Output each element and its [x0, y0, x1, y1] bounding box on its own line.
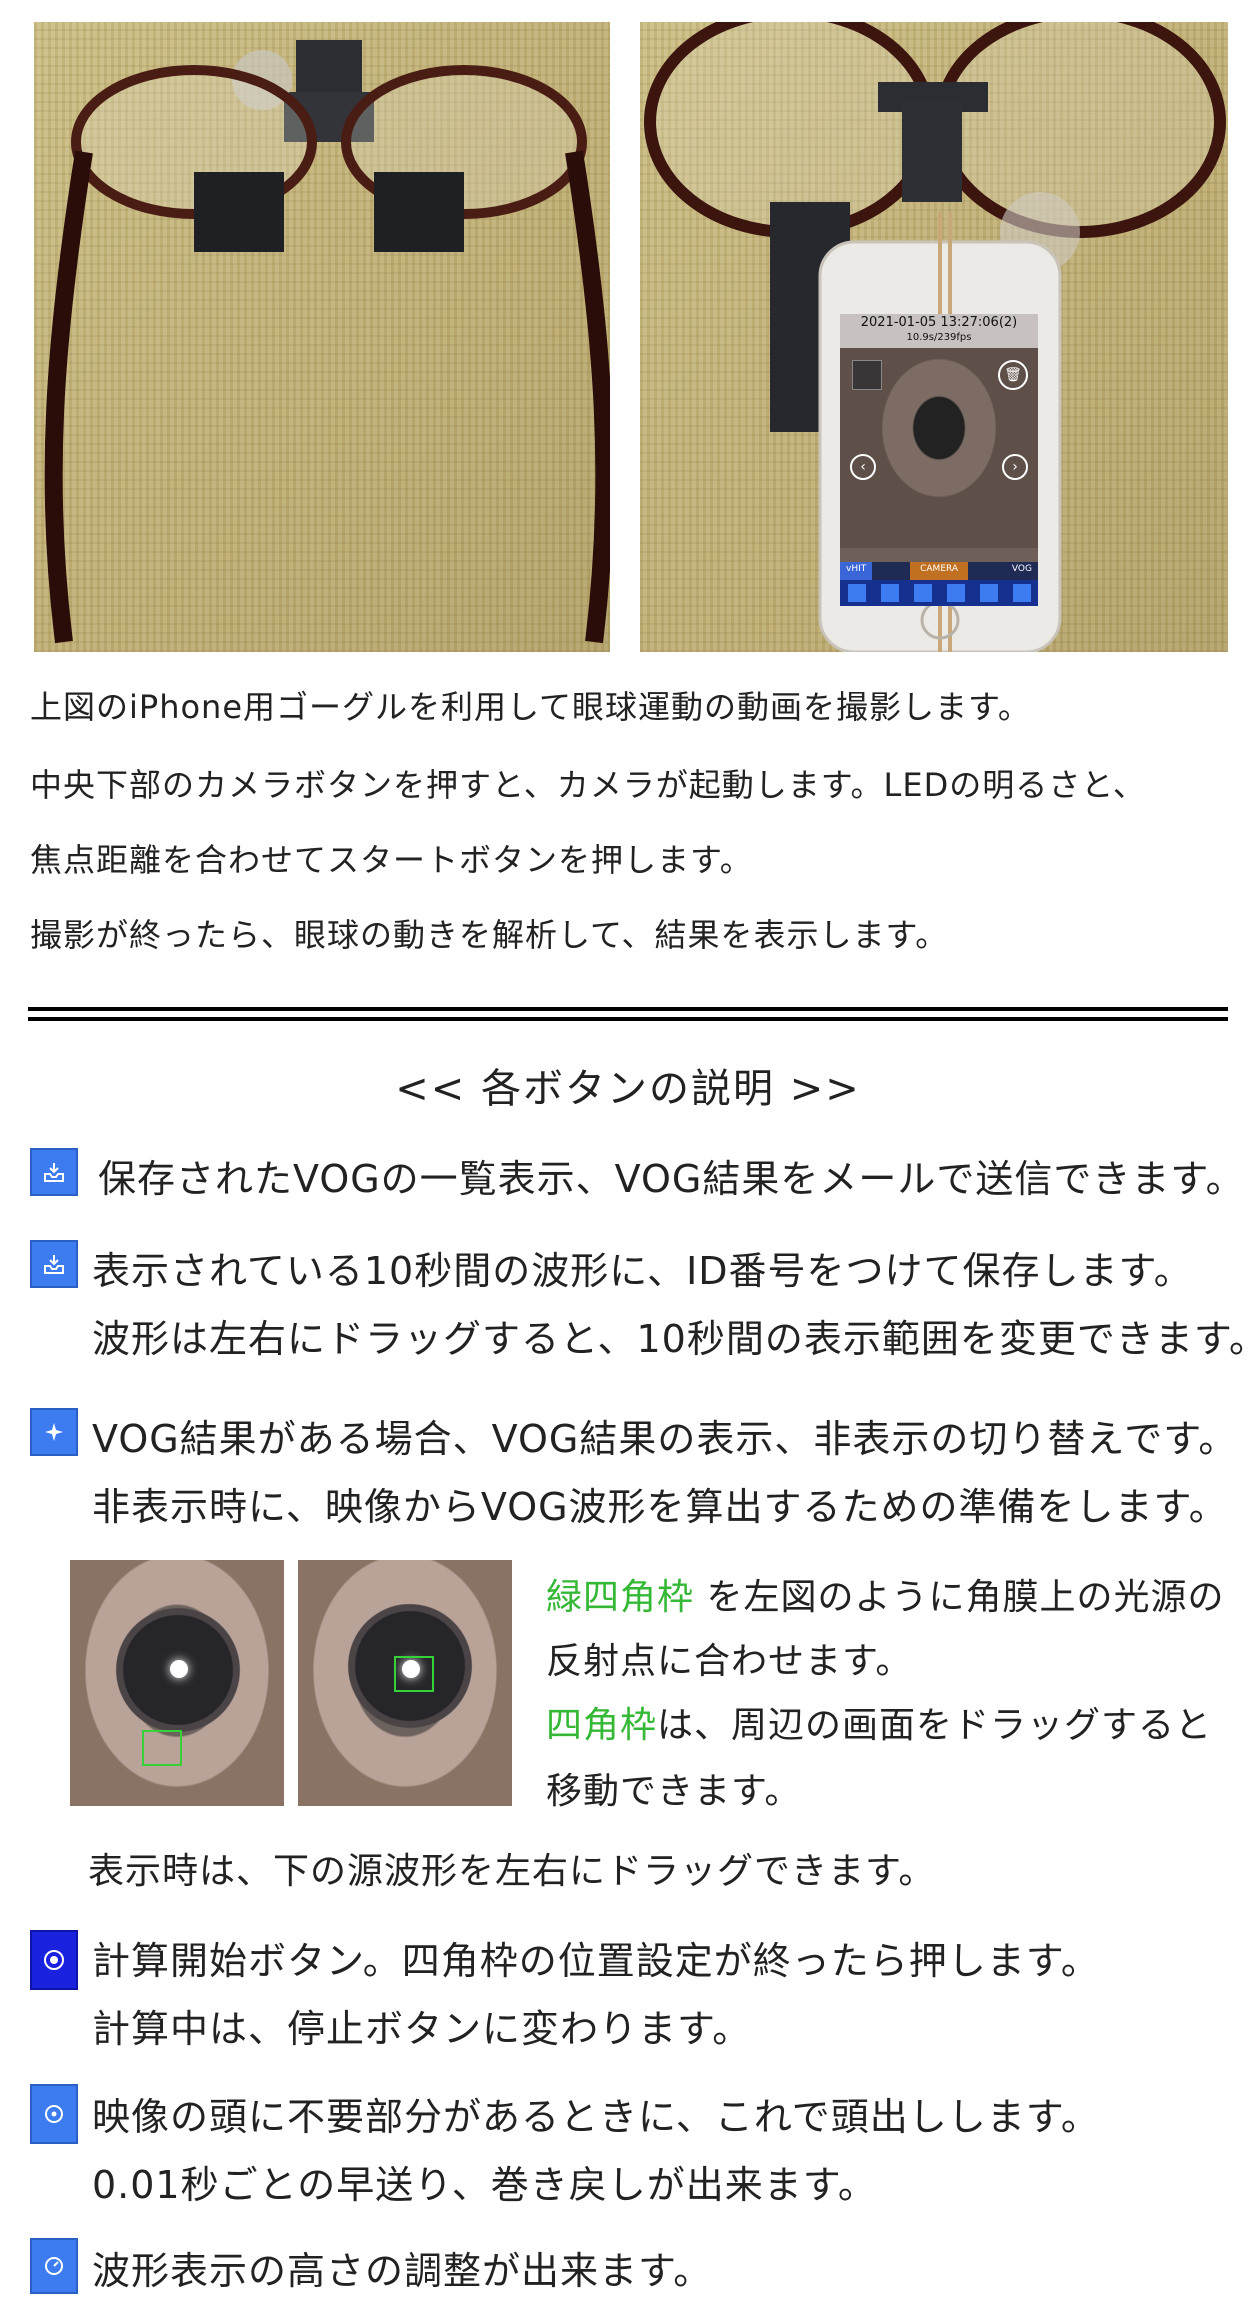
thumbnail-square[interactable]	[852, 360, 882, 390]
phone-tab-vhit[interactable]: vHIT	[840, 562, 873, 580]
divider-line-bottom	[28, 1017, 1228, 1021]
green-frame-label: 緑四角枠	[546, 1577, 695, 1618]
eye-note-rest-1: を左図のように角膜上の光源の	[694, 1577, 1225, 1618]
eye-note-line-1: 緑四角枠 を左図のように角膜上の光源の	[546, 1568, 1224, 1620]
phone-fps: 10.9s/239fps	[906, 332, 972, 343]
item-5-line-1: 映像の頭に不要部分があるときに、これで頭出しします。	[92, 2095, 1100, 2139]
goggles-photo-top	[34, 22, 610, 652]
phone-screen: 2021-01-05 13:27:06(2) 10.9s/239fps 🗑 ‹ …	[840, 314, 1038, 606]
item-3-line-2: 非表示時に、映像からVOG波形を算出するための準備をします。	[92, 1485, 1228, 1529]
item-1-line-1: 保存されたVOGの一覧表示、VOG結果をメールで送信できます。	[98, 1157, 1245, 1201]
green-square-frame[interactable]	[142, 1730, 182, 1766]
phone-tabbar: vHIT CAMERA VOG	[840, 562, 1038, 580]
inbox-icon[interactable]	[30, 1148, 78, 1196]
eye-note-line-3: 四角枠は、周辺の画面をドラッグすると	[546, 1696, 1212, 1748]
item-4-line-1: 計算開始ボタン。四角枠の位置設定が終ったら押します。	[92, 1939, 1100, 1983]
green-square-frame-aligned[interactable]	[394, 1656, 434, 1692]
section-title: << 各ボタンの説明 >>	[395, 1066, 861, 1112]
item-3-line-1: VOG結果がある場合、VOG結果の表示、非表示の切り替えです。	[92, 1417, 1238, 1461]
intro-line-2: 中央下部のカメラボタンを押すと、カメラが起動します。LEDの明るさと、	[30, 766, 1146, 804]
eye-note-line-2: 反射点に合わせます。	[546, 1641, 913, 1682]
phone-tab-vog[interactable]: VOG	[1006, 562, 1038, 580]
chevron-right-icon[interactable]: ›	[1002, 454, 1028, 480]
divider-line-top	[28, 1007, 1228, 1011]
item-2-line-2: 波形は左右にドラッグすると、10秒間の表示範囲を変更できます。	[92, 1317, 1256, 1361]
item-2-line-1: 表示されている10秒間の波形に、ID番号をつけて保存します。	[92, 1249, 1193, 1293]
eye-note-line-4: 移動できます。	[546, 1771, 802, 1812]
item-6-line-1: 波形表示の高さの調整が出来ます。	[92, 2249, 713, 2293]
phone-btn-1[interactable]	[847, 584, 866, 602]
target-icon[interactable]	[30, 2084, 78, 2144]
trash-icon[interactable]: 🗑	[998, 360, 1028, 390]
phone-btn-3[interactable]	[913, 584, 932, 602]
intro-line-4: 撮影が終ったら、眼球の動きを解析して、結果を表示します。	[30, 916, 949, 954]
intro-line-1: 上図のiPhone用ゴーグルを利用して眼球運動の動画を撮影します。	[30, 688, 1031, 726]
intro-line-3: 焦点距離を合わせてスタートボタンを押します。	[30, 841, 753, 879]
goggles-photo-phone: 2021-01-05 13:27:06(2) 10.9s/239fps 🗑 ‹ …	[640, 22, 1228, 652]
phone-datetime: 2021-01-05 13:27:06(2)	[860, 315, 1018, 330]
phone-btn-4[interactable]	[946, 584, 965, 602]
display-note: 表示時は、下の源波形を左右にドラッグできます。	[88, 1851, 936, 1892]
sparkle-icon[interactable]	[30, 1408, 78, 1456]
eye-image-before	[70, 1560, 284, 1806]
square-frame-label: 四角枠	[546, 1705, 658, 1746]
save-icon[interactable]	[30, 1240, 78, 1288]
phone-btn-6[interactable]	[1012, 584, 1031, 602]
eye-image-after	[298, 1560, 512, 1806]
gauge-icon[interactable]	[30, 2238, 78, 2294]
phone-button-row	[840, 580, 1038, 606]
record-icon[interactable]	[30, 1930, 78, 1990]
item-4-line-2: 計算中は、停止ボタンに変わります。	[92, 2007, 752, 2051]
item-5-line-2: 0.01秒ごとの早送り、巻き戻しが出来ます。	[92, 2163, 877, 2207]
chevron-left-icon[interactable]: ‹	[850, 454, 876, 480]
phone-btn-2[interactable]	[880, 584, 899, 602]
phone-btn-5[interactable]	[979, 584, 998, 602]
phone-tab-camera[interactable]: CAMERA	[910, 562, 969, 580]
eye-note-rest-3: は、周辺の画面をドラッグすると	[657, 1705, 1213, 1746]
